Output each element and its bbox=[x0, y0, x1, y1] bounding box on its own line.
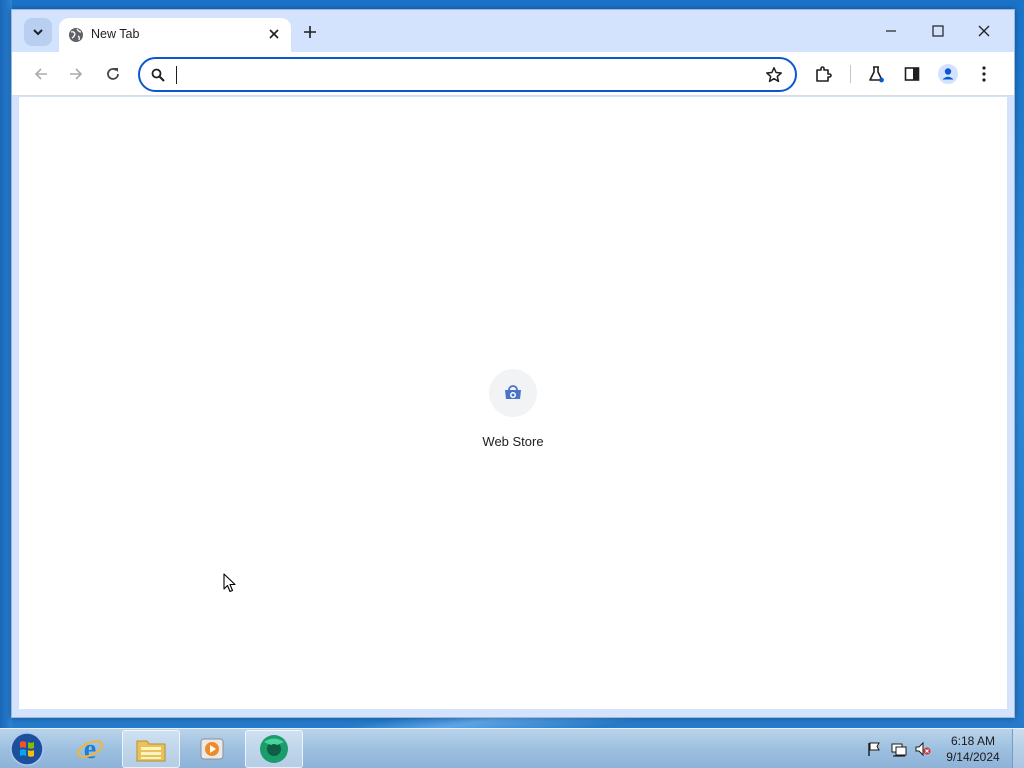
tab-close-button[interactable] bbox=[265, 25, 283, 43]
new-tab-button[interactable] bbox=[299, 21, 321, 43]
labs-button[interactable] bbox=[865, 63, 887, 85]
star-icon[interactable] bbox=[765, 66, 783, 84]
taskbar: e 6:18 AM 9/14/2024 bbox=[0, 728, 1024, 768]
shortcut-web-store[interactable]: Web Store bbox=[481, 369, 545, 453]
tab-search-button[interactable] bbox=[24, 18, 52, 46]
mouse-cursor-icon bbox=[223, 573, 236, 593]
chevron-down-icon bbox=[33, 29, 43, 36]
system-clock[interactable]: 6:18 AM 9/14/2024 bbox=[940, 733, 1006, 765]
address-bar[interactable] bbox=[138, 57, 797, 92]
tab-new-tab[interactable]: New Tab bbox=[59, 18, 291, 52]
maximize-icon bbox=[932, 25, 944, 37]
minimize-icon bbox=[886, 30, 896, 32]
side-panel-icon bbox=[904, 67, 920, 81]
new-tab-page: Web Store bbox=[19, 97, 1007, 709]
network-icon[interactable] bbox=[891, 741, 907, 757]
flask-icon bbox=[869, 66, 884, 83]
forward-button[interactable] bbox=[65, 63, 87, 85]
show-desktop-button[interactable] bbox=[1012, 729, 1024, 768]
maximize-button[interactable] bbox=[927, 20, 949, 42]
shortcut-label: Web Store bbox=[482, 434, 544, 449]
browser-window: New Tab Web Store bbox=[11, 9, 1015, 718]
ie-icon: e bbox=[76, 734, 104, 764]
close-window-button[interactable] bbox=[973, 20, 995, 42]
close-icon bbox=[978, 25, 990, 37]
side-panel-button[interactable] bbox=[901, 63, 923, 85]
chrome-icon bbox=[260, 735, 288, 763]
forward-arrow-icon bbox=[70, 68, 83, 80]
taskbar-file-explorer[interactable] bbox=[122, 730, 180, 768]
clock-time: 6:18 AM bbox=[950, 734, 996, 748]
taskbar-ie[interactable]: e bbox=[61, 730, 119, 768]
kebab-menu-icon bbox=[982, 66, 986, 82]
svg-text:e: e bbox=[84, 734, 96, 764]
folder-icon bbox=[136, 740, 166, 762]
clock-date: 9/14/2024 bbox=[946, 750, 1000, 764]
web-store-icon bbox=[505, 385, 521, 399]
profile-icon bbox=[938, 64, 958, 84]
extensions-button[interactable] bbox=[812, 63, 834, 85]
start-button[interactable] bbox=[8, 731, 46, 767]
plus-icon bbox=[304, 26, 316, 38]
back-arrow-icon bbox=[34, 68, 47, 80]
tab-strip: New Tab bbox=[12, 10, 1014, 52]
address-input[interactable] bbox=[174, 63, 754, 86]
media-player-icon bbox=[200, 738, 224, 760]
tab-title: New Tab bbox=[91, 27, 140, 41]
shortcut-tile bbox=[489, 369, 537, 417]
search-icon bbox=[151, 68, 165, 82]
globe-icon bbox=[69, 28, 83, 42]
menu-button[interactable] bbox=[973, 63, 995, 85]
taskbar-chrome[interactable] bbox=[245, 730, 303, 768]
close-icon bbox=[269, 29, 279, 39]
reload-button[interactable] bbox=[102, 63, 124, 85]
reload-icon bbox=[107, 68, 119, 80]
flag-icon[interactable] bbox=[866, 741, 882, 757]
text-caret bbox=[176, 66, 177, 84]
back-button[interactable] bbox=[30, 63, 52, 85]
minimize-button[interactable] bbox=[880, 20, 902, 42]
taskbar-media-player[interactable] bbox=[183, 730, 241, 768]
puzzle-icon bbox=[816, 66, 832, 82]
volume-muted-icon[interactable] bbox=[915, 741, 931, 757]
toolbar bbox=[12, 52, 1014, 96]
toolbar-separator bbox=[850, 65, 851, 83]
profile-button[interactable] bbox=[937, 63, 959, 85]
